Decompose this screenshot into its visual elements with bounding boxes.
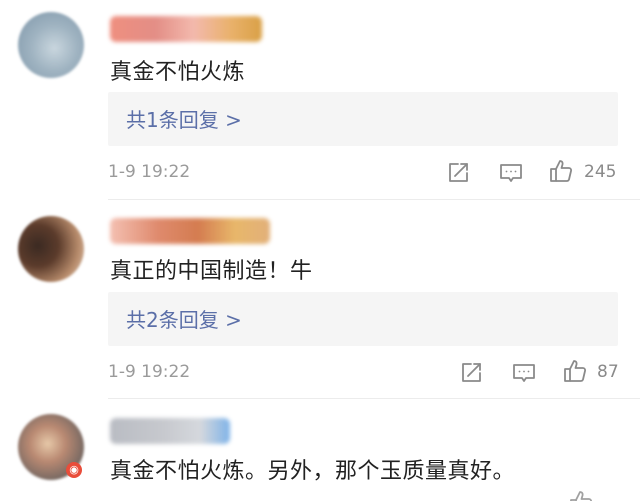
avatar[interactable] (18, 12, 84, 78)
comment-icon[interactable] (511, 360, 537, 386)
comment-text: 真金不怕火炼。另外，那个玉质量真好。 (110, 459, 516, 484)
comment-timestamp: 1-9 19:22 (108, 362, 191, 382)
divider (108, 199, 640, 200)
thumbs-up-icon[interactable] (562, 358, 588, 384)
username-blurred[interactable] (110, 16, 262, 42)
comment-text: 真正的中国制造！牛 (110, 259, 313, 284)
thumbs-up-icon[interactable] (568, 489, 594, 501)
thumbs-up-icon[interactable] (548, 158, 574, 184)
share-icon[interactable] (458, 360, 484, 386)
comment-icon[interactable] (498, 160, 524, 186)
weibo-badge-icon: ◉ (66, 462, 82, 478)
username-blurred[interactable] (110, 418, 230, 444)
share-icon[interactable] (445, 160, 471, 186)
avatar[interactable] (18, 216, 84, 282)
comment-timestamp: 1-9 19:22 (108, 162, 191, 182)
view-replies-link[interactable]: 共1条回复 > (126, 104, 242, 133)
like-count: 87 (597, 362, 619, 382)
comment-list: 真金不怕火炼 共1条回复 > 1-9 19:22 245 真正的中国制造！牛 共… (0, 0, 640, 501)
replies-box[interactable]: 共1条回复 > (108, 92, 618, 146)
username-blurred[interactable] (110, 218, 270, 244)
comment-text: 真金不怕火炼 (110, 60, 246, 85)
view-replies-link[interactable]: 共2条回复 > (126, 304, 242, 333)
divider (108, 398, 640, 399)
like-count: 245 (584, 162, 617, 182)
replies-box[interactable]: 共2条回复 > (108, 292, 618, 346)
